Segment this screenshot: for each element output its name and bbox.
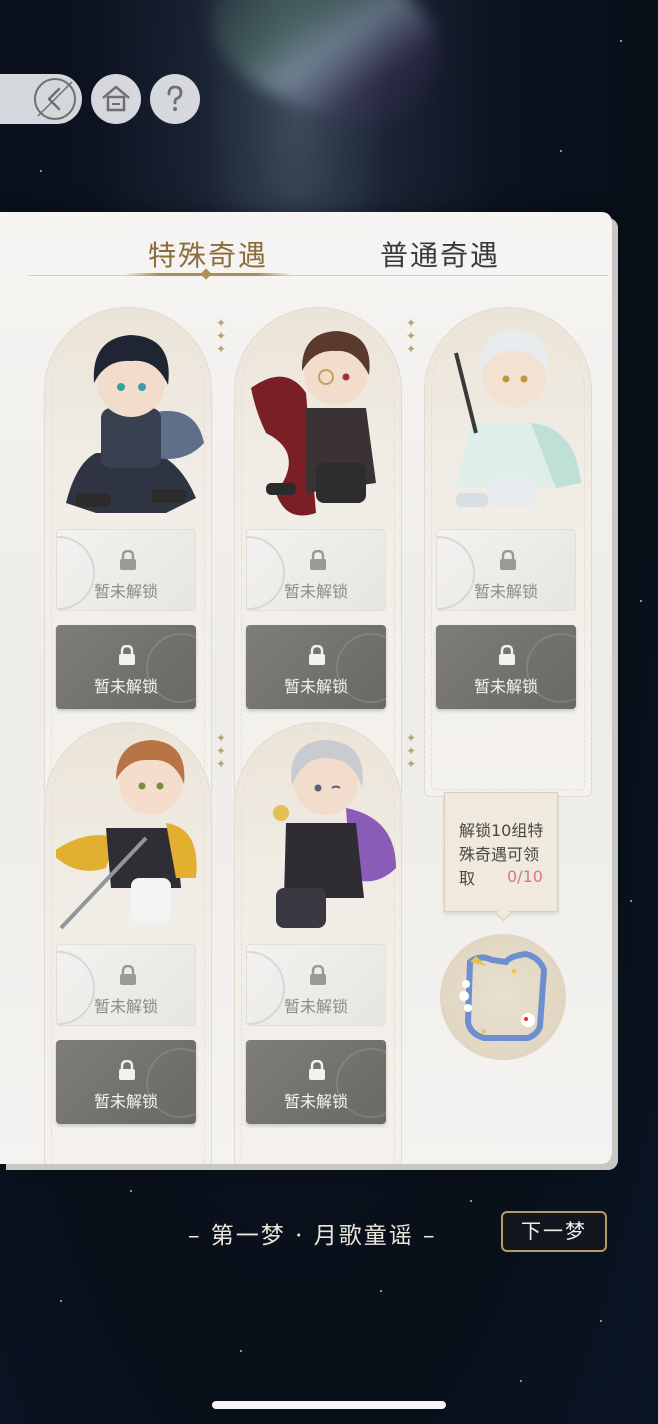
locked-label: 暂未解锁 — [283, 1092, 348, 1111]
home-indicator[interactable] — [212, 1401, 446, 1409]
locked-slot-dark[interactable]: 暂未解锁 — [246, 625, 386, 709]
lock-icon — [120, 965, 136, 985]
locked-label: 暂未解锁 — [93, 582, 158, 601]
next-dream-button[interactable]: 下一梦 — [501, 1211, 607, 1252]
locked-label: 暂未解锁 — [93, 997, 158, 1016]
locked-label: 暂未解锁 — [283, 997, 348, 1016]
locked-slot-light[interactable]: 暂未解锁 — [56, 944, 196, 1026]
sky-light-streak — [189, 0, 461, 152]
home-icon — [102, 85, 130, 112]
locked-slot-dark[interactable]: 暂未解锁 — [56, 1040, 196, 1124]
tab-divider — [28, 275, 608, 276]
encounter-card[interactable]: ✦ ✦ ✦ 暂未解锁 暂未解锁 — [44, 722, 226, 1164]
lock-icon — [120, 550, 136, 570]
sparkle-icon: ✦ ✦ ✦ — [406, 731, 417, 771]
character-portrait — [454, 329, 581, 507]
tab-special-encounter[interactable]: 特殊奇遇 — [148, 234, 268, 274]
lock-icon — [310, 965, 326, 985]
back-button[interactable] — [30, 74, 80, 124]
locked-slot-dark[interactable]: 暂未解锁 — [246, 1040, 386, 1124]
lock-icon — [499, 645, 515, 665]
lock-icon — [119, 645, 135, 665]
sparkle-icon: ✦ ✦ ✦ — [216, 731, 227, 771]
locked-slot-light[interactable]: 暂未解锁 — [56, 529, 196, 611]
svg-text:★: ★ — [480, 1027, 487, 1036]
encounter-card[interactable]: ✦ ✦ ✦ 暂未解锁 暂未解锁 — [234, 722, 416, 1164]
lock-icon — [500, 550, 516, 570]
locked-label: 暂未解锁 — [93, 1092, 158, 1111]
locked-slot-light[interactable]: 暂未解锁 — [246, 944, 386, 1026]
avatar-frame-icon: ★ ★ — [459, 950, 548, 1041]
reward-progress: 0/10 — [507, 867, 543, 886]
character-portrait — [273, 740, 396, 928]
character-portrait — [251, 331, 376, 516]
sparkle-icon: ✦ ✦ ✦ — [216, 316, 227, 356]
reward-avatar-frame[interactable]: ★ ★ — [440, 934, 566, 1060]
svg-text:★: ★ — [510, 967, 518, 977]
locked-label: 暂未解锁 — [283, 677, 348, 696]
locked-label: 暂未解锁 — [473, 582, 538, 601]
back-arrow-icon — [34, 78, 76, 120]
encounter-card[interactable]: 暂未解锁 暂未解锁 — [424, 307, 592, 797]
locked-slot-light[interactable]: 暂未解锁 — [246, 529, 386, 611]
character-portrait — [66, 335, 204, 513]
lock-icon — [309, 1060, 325, 1080]
character-portrait — [56, 740, 197, 930]
lock-icon — [309, 645, 325, 665]
reward-tooltip: 解锁10组特殊奇遇可领取 0/10 — [444, 792, 558, 912]
help-button[interactable] — [150, 74, 200, 124]
locked-slot-light[interactable]: 暂未解锁 — [436, 529, 576, 611]
home-button[interactable] — [91, 74, 141, 124]
lock-icon — [119, 1060, 135, 1080]
lock-icon — [310, 550, 326, 570]
locked-slot-dark[interactable]: 暂未解锁 — [56, 625, 196, 709]
locked-label: 暂未解锁 — [283, 582, 348, 601]
locked-label: 暂未解锁 — [93, 677, 158, 696]
locked-label: 暂未解锁 — [473, 677, 538, 696]
question-mark-icon — [167, 85, 183, 111]
sparkle-icon: ✦ ✦ ✦ — [406, 316, 417, 356]
locked-slot-dark[interactable]: 暂未解锁 — [436, 625, 576, 709]
tab-normal-encounter[interactable]: 普通奇遇 — [380, 234, 500, 274]
chapter-title: – 第一梦 · 月歌童谣 – — [188, 1223, 437, 1249]
